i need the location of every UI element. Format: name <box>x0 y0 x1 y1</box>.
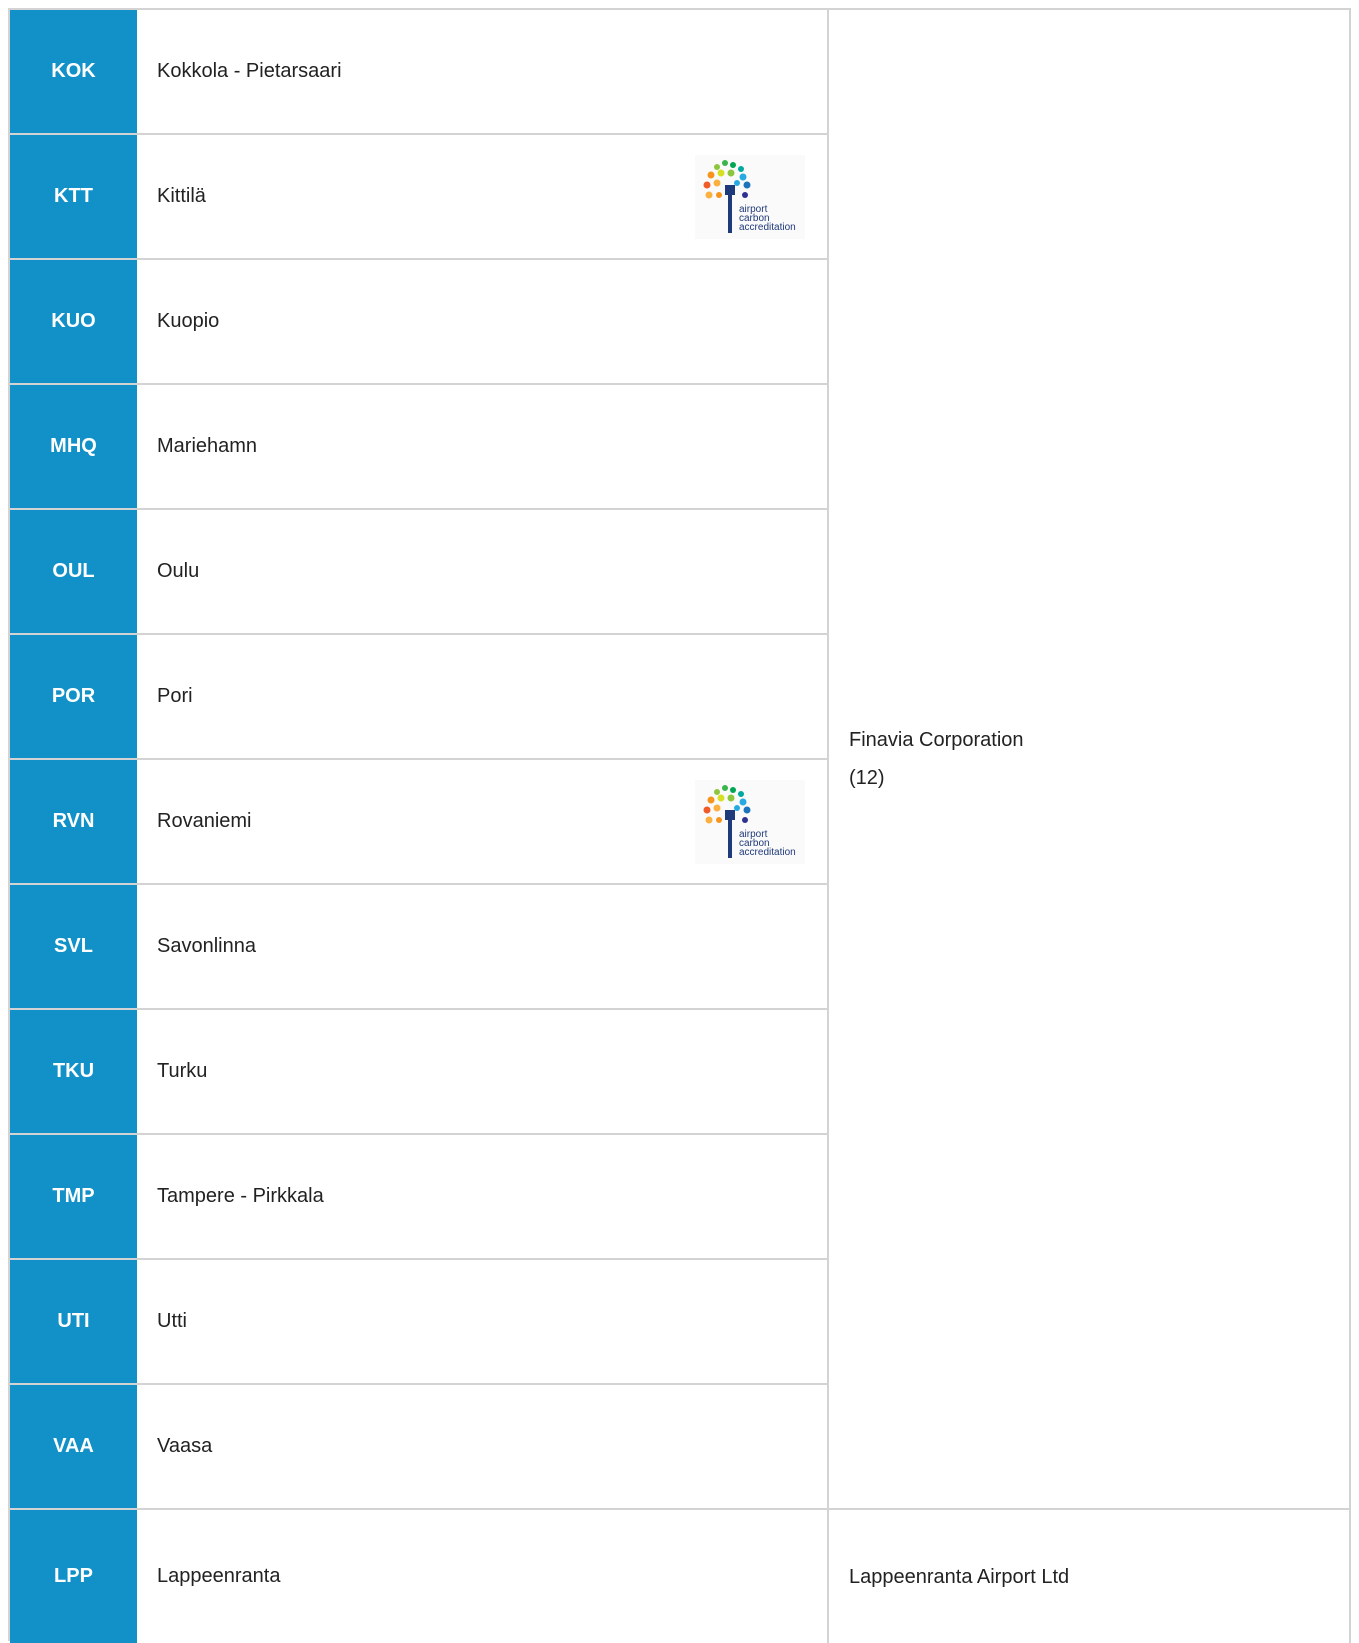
airport-name: Vaasa <box>157 1435 213 1457</box>
airport-name: Tampere - Pirkkala <box>157 1185 324 1207</box>
airport-name: Kuopio <box>157 310 220 332</box>
airport-name-cell: Turku <box>137 1010 829 1135</box>
airport-name-cell: Pori <box>137 635 829 760</box>
airport-code: UTI <box>10 1260 137 1385</box>
airport-code: POR <box>10 635 137 760</box>
airport-name-cell: Mariehamn <box>137 385 829 510</box>
airport-name-cell: Lappeenranta <box>137 1510 829 1643</box>
logo-line: accreditation <box>739 221 796 233</box>
airport-code: MHQ <box>10 385 137 510</box>
airport-name-cell: Vaasa <box>137 1385 829 1510</box>
airport-name-cell: Kuopio <box>137 260 829 385</box>
airport-name: Kittilä <box>157 185 206 207</box>
airport-name: Lappeenranta <box>157 1565 281 1587</box>
owner-cell: Lappeenranta Airport Ltd <box>829 1510 1351 1643</box>
airport-code: OUL <box>10 510 137 635</box>
airport-code: KUO <box>10 260 137 385</box>
owner-cell: Finavia Corporation (12) <box>829 10 1351 1510</box>
airport-carbon-accreditation-logo: airport carbon accreditation <box>695 154 805 239</box>
airport-code: VAA <box>10 1385 137 1510</box>
airport-code: TMP <box>10 1135 137 1260</box>
airports-table: KOK Kokkola - Pietarsaari KTT Kittilä ai… <box>8 8 1351 1643</box>
airport-code: KTT <box>10 135 137 260</box>
airport-name: Pori <box>157 685 193 707</box>
airport-code: RVN <box>10 760 137 885</box>
airport-name: Oulu <box>157 560 200 582</box>
airport-code: SVL <box>10 885 137 1010</box>
airport-name-cell: Kokkola - Pietarsaari <box>137 10 829 135</box>
airport-name: Savonlinna <box>157 935 256 957</box>
logo-line: accreditation <box>739 846 796 858</box>
airport-name: Mariehamn <box>157 435 258 457</box>
owner-name: Finavia Corporation <box>849 729 1024 751</box>
airport-name-cell: Savonlinna <box>137 885 829 1010</box>
airport-code: TKU <box>10 1010 137 1135</box>
airport-name-cell: Oulu <box>137 510 829 635</box>
airport-code: LPP <box>10 1510 137 1643</box>
airport-carbon-accreditation-logo: airport carbon accreditation <box>695 779 805 864</box>
airport-name-cell: Rovaniemi airport carbon accreditation <box>137 760 829 885</box>
airport-name: Kokkola - Pietarsaari <box>157 60 342 82</box>
airport-name: Turku <box>157 1060 208 1082</box>
airport-name-cell: Kittilä airport carbon accreditation <box>137 135 829 260</box>
airport-name-cell: Utti <box>137 1260 829 1385</box>
airport-name: Utti <box>157 1310 187 1332</box>
airport-name: Rovaniemi <box>157 810 252 832</box>
airport-name-cell: Tampere - Pirkkala <box>137 1135 829 1260</box>
airport-code: KOK <box>10 10 137 135</box>
owner-name: Lappeenranta Airport Ltd <box>849 1565 1070 1588</box>
airport-count: (12) <box>849 767 885 789</box>
